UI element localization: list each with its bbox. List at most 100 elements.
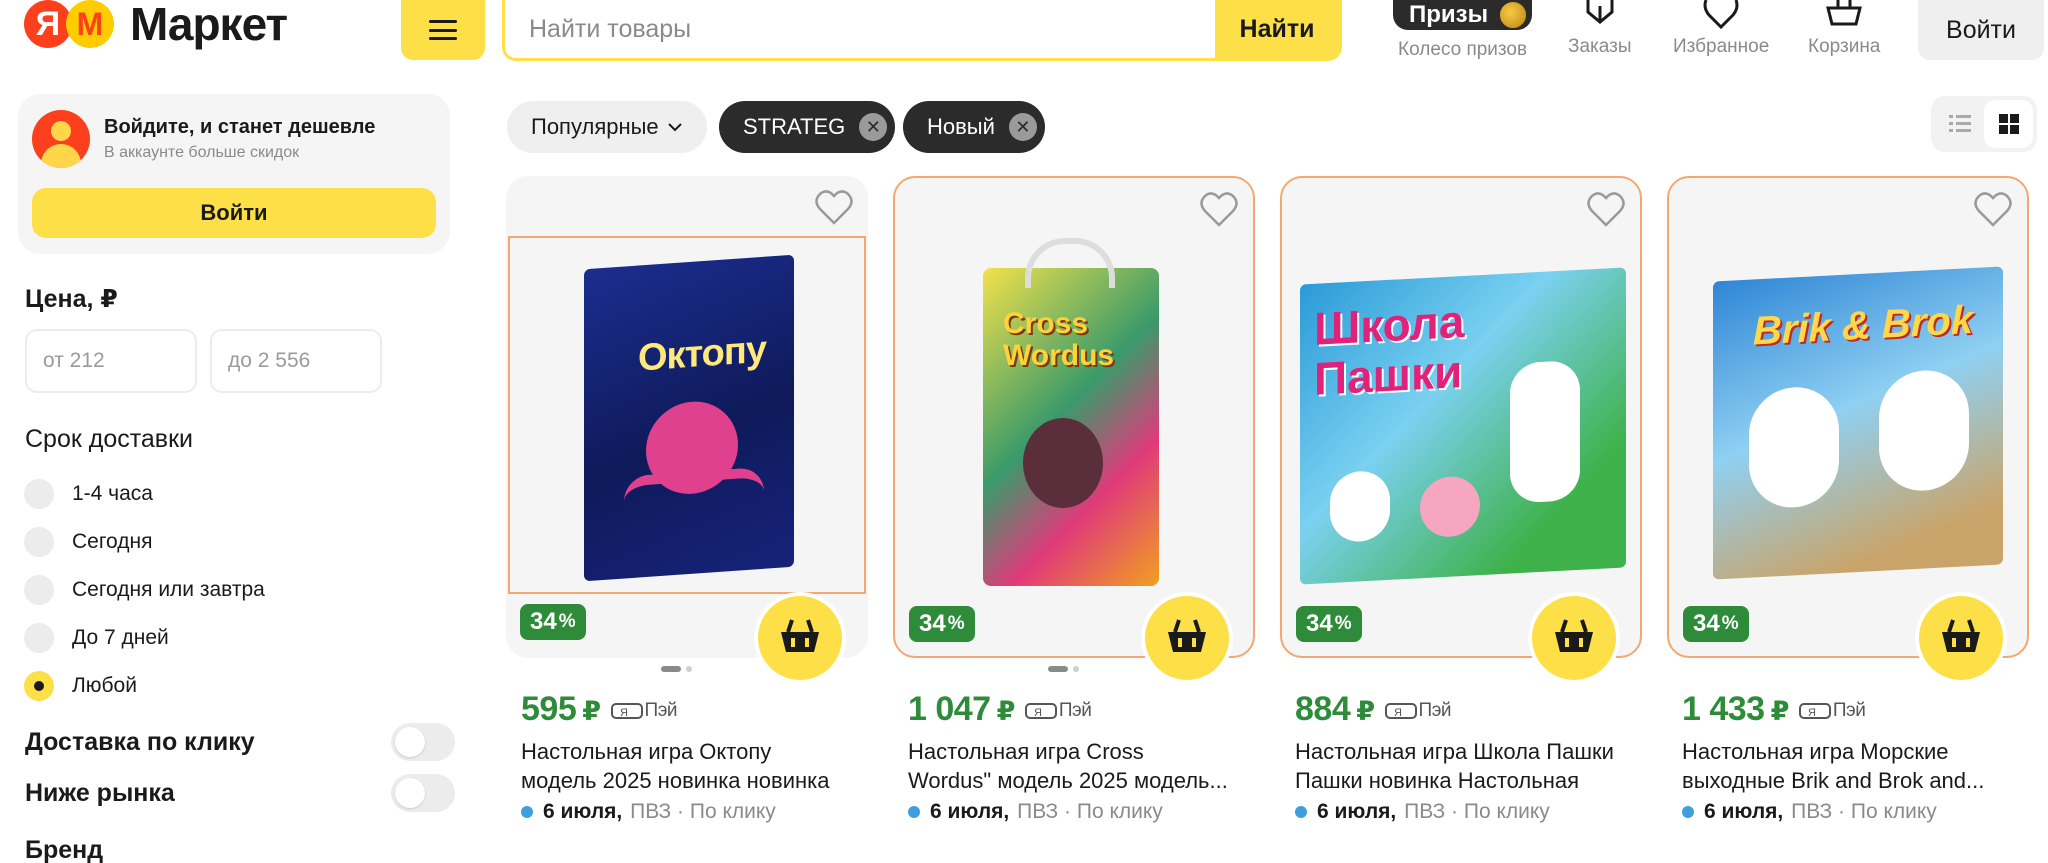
add-to-cart-button[interactable] bbox=[1141, 592, 1233, 684]
box-art-title: Школа Пашки bbox=[1314, 294, 1465, 405]
catalog-menu-button[interactable] bbox=[401, 0, 485, 60]
pay-label: Я Пэй bbox=[1384, 700, 1452, 722]
product-image[interactable]: Cross Wordus 34% bbox=[893, 176, 1255, 658]
nav-favorites[interactable]: Избранное bbox=[1673, 0, 1769, 58]
heart-icon[interactable] bbox=[1586, 192, 1626, 228]
view-switch bbox=[1931, 96, 2037, 152]
bag-handle bbox=[1025, 238, 1115, 288]
nav-orders-label: Заказы bbox=[1568, 36, 1632, 57]
product-card[interactable]: Brik & Brok 34% 1 433 ₽ Я Пэй Настольная … bbox=[1667, 176, 2029, 823]
grid-view-button[interactable] bbox=[1984, 100, 2033, 148]
heart-icon[interactable] bbox=[1973, 192, 2013, 228]
sort-dropdown[interactable]: Популярные bbox=[507, 101, 707, 153]
product-image[interactable]: Октопу 34% bbox=[506, 176, 868, 658]
shkola-pashki-box-art: Школа Пашки bbox=[1300, 267, 1626, 585]
basket-icon bbox=[781, 619, 819, 652]
price-filter-heading: Цена, ₽ bbox=[25, 285, 118, 313]
logo-ya-circle: Я bbox=[24, 0, 72, 48]
product-price: 1 433 ₽ Я Пэй bbox=[1682, 690, 1866, 728]
search-input[interactable] bbox=[505, 0, 1215, 58]
discount-badge: 34% bbox=[1296, 606, 1362, 642]
discount-badge: 34% bbox=[909, 606, 975, 642]
box-icon bbox=[1586, 0, 1614, 24]
image-pagination-dots bbox=[1048, 666, 1079, 672]
pay-label: Я Пэй bbox=[1798, 700, 1866, 722]
product-price: 1 047 ₽ Я Пэй bbox=[908, 690, 1092, 728]
ya-pay-icon: Я bbox=[610, 703, 643, 719]
product-card[interactable]: Школа Пашки 34% 884 ₽ Я Пэй Настольная иг… bbox=[1280, 176, 1642, 823]
delivery-option-any[interactable]: Любой bbox=[24, 671, 137, 701]
octopu-box-art: Октопу bbox=[584, 254, 794, 582]
user-avatar-icon bbox=[32, 110, 90, 168]
svg-text:Я: Я bbox=[620, 707, 628, 719]
product-price: 595 ₽ Я Пэй bbox=[521, 690, 678, 728]
below-market-toggle[interactable] bbox=[391, 774, 455, 812]
nav-cart[interactable]: Корзина bbox=[1808, 0, 1880, 58]
filter-chip-label: Новый bbox=[927, 114, 995, 139]
delivery-info: 6 июля, ПВЗ · По клику bbox=[908, 800, 1163, 824]
grid-icon bbox=[1998, 114, 2019, 134]
nav-cart-label: Корзина bbox=[1808, 36, 1881, 57]
search-bar: Найти bbox=[502, 0, 1342, 61]
brand-filter-heading: Бренд bbox=[25, 836, 104, 863]
delivery-info: 6 июля, ПВЗ · По клику bbox=[521, 800, 776, 824]
radio-icon bbox=[24, 527, 54, 557]
promo-title: Войдите, и станет дешевле bbox=[104, 116, 376, 138]
pay-label: Я Пэй bbox=[610, 700, 678, 722]
delivery-filter-heading: Срок доставки bbox=[25, 425, 193, 453]
nav-favorites-label: Избранное bbox=[1673, 36, 1770, 57]
delivery-option-today[interactable]: Сегодня bbox=[24, 527, 152, 557]
product-card[interactable]: Октопу 34% 595 ₽ Я Пэй Настольная игра Ок… bbox=[506, 176, 868, 823]
click-delivery-label: Доставка по клику bbox=[25, 727, 255, 756]
chevron-down-icon bbox=[667, 123, 682, 132]
ya-pay-icon: Я bbox=[1798, 703, 1831, 719]
logo-text: Маркет bbox=[130, 0, 288, 50]
image-pagination-dots bbox=[661, 666, 692, 672]
basket-icon bbox=[1942, 619, 1980, 652]
product-title[interactable]: Настольная игра Октопу модель 2025 новинк… bbox=[521, 737, 866, 795]
radio-icon bbox=[24, 575, 54, 605]
product-image[interactable]: Школа Пашки 34% bbox=[1280, 176, 1642, 658]
box-art-title: Октопу bbox=[638, 328, 766, 380]
nav-orders[interactable]: Заказы bbox=[1568, 0, 1632, 58]
radio-icon bbox=[24, 479, 54, 509]
discount-badge: 34% bbox=[1683, 606, 1749, 642]
delivery-option-label: Сегодня bbox=[72, 530, 153, 553]
product-price: 884 ₽ Я Пэй bbox=[1295, 690, 1452, 728]
product-image[interactable]: Brik & Brok 34% bbox=[1667, 176, 2029, 658]
logo-m-circle: М bbox=[66, 0, 114, 48]
add-to-cart-button[interactable] bbox=[1528, 592, 1620, 684]
delivery-option-label: 1-4 часа bbox=[72, 482, 153, 505]
pay-label: Я Пэй bbox=[1024, 700, 1092, 722]
nav-prize-wheel-label: Колесо призов bbox=[1398, 39, 1528, 60]
list-view-button[interactable] bbox=[1935, 100, 1984, 148]
header-login-button[interactable]: Войти bbox=[1918, 0, 2044, 60]
heart-icon[interactable] bbox=[1199, 192, 1239, 228]
market-logo[interactable]: Я М Маркет bbox=[24, 0, 288, 50]
filter-chip-strateg[interactable]: STRATEG ✕ bbox=[719, 101, 896, 153]
click-delivery-toggle[interactable] bbox=[391, 723, 455, 761]
filter-chip-new[interactable]: Новый ✕ bbox=[903, 101, 1045, 153]
delivery-option-1-4-hours[interactable]: 1-4 часа bbox=[24, 479, 153, 509]
nav-prize-wheel[interactable]: Призы Колесо призов bbox=[1393, 0, 1533, 61]
add-to-cart-button[interactable] bbox=[1915, 592, 2007, 684]
radio-icon bbox=[24, 623, 54, 653]
close-icon[interactable]: ✕ bbox=[1008, 113, 1037, 141]
product-title[interactable]: Настольная игра Школа Пашки Пашки новинка… bbox=[1295, 737, 1640, 795]
delivery-option-label: Любой bbox=[72, 674, 137, 697]
promo-login-button[interactable]: Войти bbox=[32, 188, 436, 238]
heart-icon[interactable] bbox=[814, 190, 854, 226]
price-to-input[interactable]: до 2 556 bbox=[210, 329, 382, 393]
delivery-option-today-tomorrow[interactable]: Сегодня или завтра bbox=[24, 575, 265, 605]
delivery-option-7-days[interactable]: До 7 дней bbox=[24, 623, 169, 653]
product-title[interactable]: Настольная игра Cross Wordus" модель 2025… bbox=[908, 737, 1253, 795]
close-icon[interactable]: ✕ bbox=[859, 113, 888, 141]
below-market-label: Ниже рынка bbox=[25, 778, 175, 807]
ya-pay-icon: Я bbox=[1384, 703, 1417, 719]
svg-text:Я: Я bbox=[1034, 707, 1042, 719]
search-button[interactable]: Найти bbox=[1215, 0, 1339, 58]
price-from-input[interactable]: от 212 bbox=[25, 329, 197, 393]
product-card[interactable]: Cross Wordus 34% 1 047 ₽ Я Пэй Настольная… bbox=[893, 176, 1255, 823]
add-to-cart-button[interactable] bbox=[754, 592, 846, 684]
product-title[interactable]: Настольная игра Морские выходные Brik and… bbox=[1682, 737, 2027, 795]
